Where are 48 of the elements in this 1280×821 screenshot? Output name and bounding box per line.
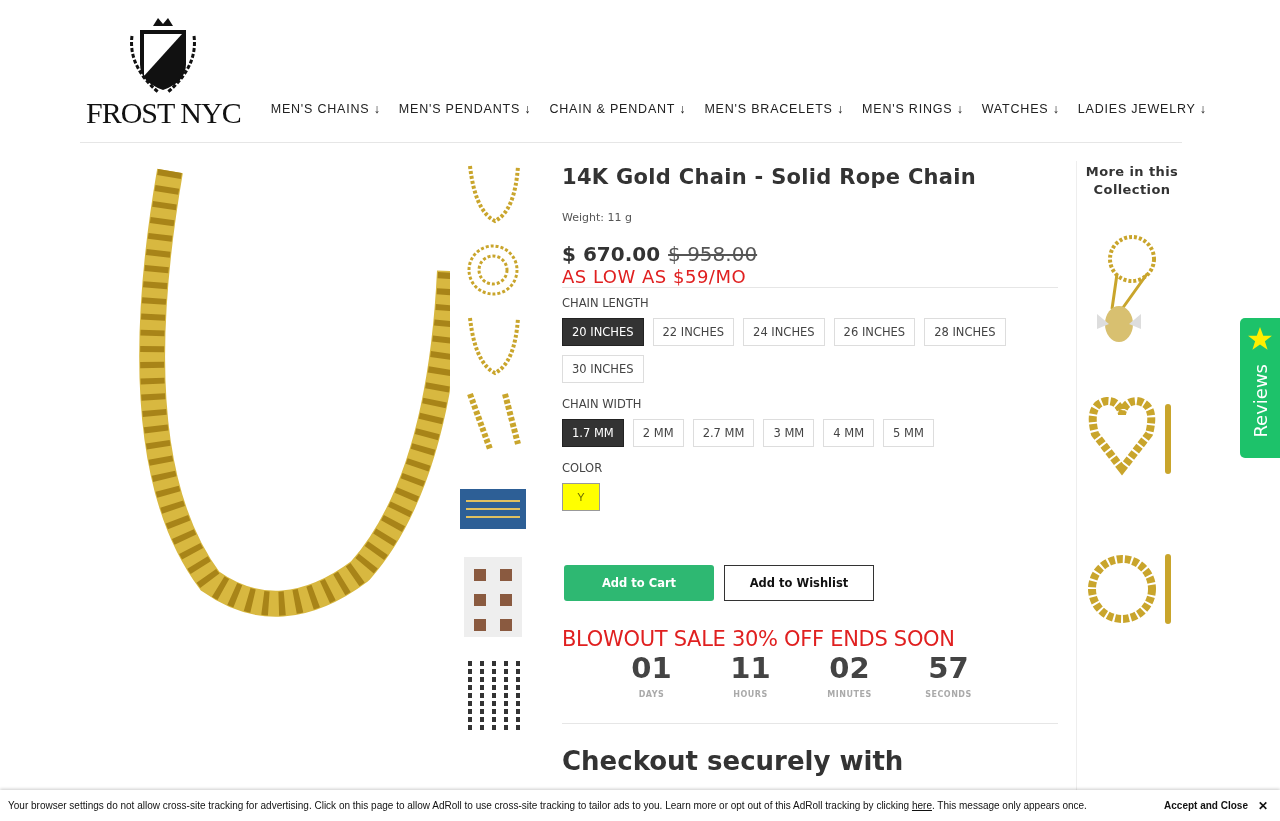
option-label: CHAIN LENGTH [562,296,650,310]
here-link[interactable]: here [911,800,932,811]
countdown-value: 01 [631,651,672,685]
option-label: COLOR [562,461,604,475]
option-button[interactable]: 3 MM [763,419,815,447]
countdown-label: SECONDS [925,690,972,699]
countdown-label: HOURS [733,690,768,699]
price: $ 670.00 [562,242,661,266]
collection-title: More in this Collection [1084,163,1180,199]
countdown-value: 57 [928,651,969,685]
nav-link[interactable]: WATCHES ↓ [981,102,1060,116]
close-button[interactable]: ✕ [1254,798,1272,813]
countdown-value: 11 [730,651,771,685]
option-button[interactable]: 24 INCHES [743,318,825,346]
accept-and-close-button[interactable]: Accept and Close [1158,800,1254,811]
sale-banner-text: BLOWOUT SALE 30% OFF ENDS SOON [562,627,956,651]
nav-link[interactable]: MEN'S RINGS ↓ [862,102,964,116]
checkout-heading: Checkout securely with [562,746,905,776]
option-button[interactable]: 28 INCHES [924,318,1006,346]
countdown-value: 02 [829,651,870,685]
option-button[interactable]: 2 MM [632,419,684,447]
logo-wordmark[interactable]: FROST NYC [86,96,241,130]
nav-link[interactable]: LADIES JEWELRY ↓ [1077,102,1207,116]
cookie-message: Your browser settings do not allow cross-site tracking for advertising. Click on this page to allow AdRoll to use cross-site tracking to tailor ads to you. Learn more or opt out of this AdRoll tracking by clicking here. This message only appears once. [8,800,1088,811]
weight-label: Weight: 11 g [562,211,633,224]
option-button[interactable]: 20 INCHES [562,318,644,346]
crest-icon [128,16,199,96]
option-button[interactable]: 4 MM [823,419,875,447]
option-button[interactable]: 2.7 MM [692,419,755,447]
add-to-wishlist-button[interactable]: Add to Wishlist [724,565,874,601]
color-swatch[interactable]: Y [562,483,600,511]
option-button[interactable]: 22 INCHES [652,318,735,346]
product-title: 14K Gold Chain - Solid Rope Chain [562,165,978,189]
financing-text: AS LOW AS $59/MO [562,266,1058,288]
reviews-label: Reviews [1249,364,1271,438]
option-button[interactable]: 1.7 MM [562,419,624,447]
star-icon [1247,326,1273,352]
option-button[interactable]: 26 INCHES [833,318,916,346]
original-price: $ 958.00 [668,242,758,266]
option-label: CHAIN WIDTH [562,397,643,411]
nav-link[interactable]: CHAIN & PENDANT ↓ [549,102,687,116]
option-button[interactable]: 30 INCHES [562,355,644,383]
option-button[interactable]: 5 MM [883,419,934,447]
nav-link[interactable]: MEN'S CHAINS ↓ [270,102,381,116]
nav-link[interactable]: MEN'S BRACELETS ↓ [704,102,845,116]
countdown-label: DAYS [638,690,665,699]
nav-link[interactable]: MEN'S PENDANTS ↓ [398,102,532,116]
countdown-label: MINUTES [827,690,872,699]
